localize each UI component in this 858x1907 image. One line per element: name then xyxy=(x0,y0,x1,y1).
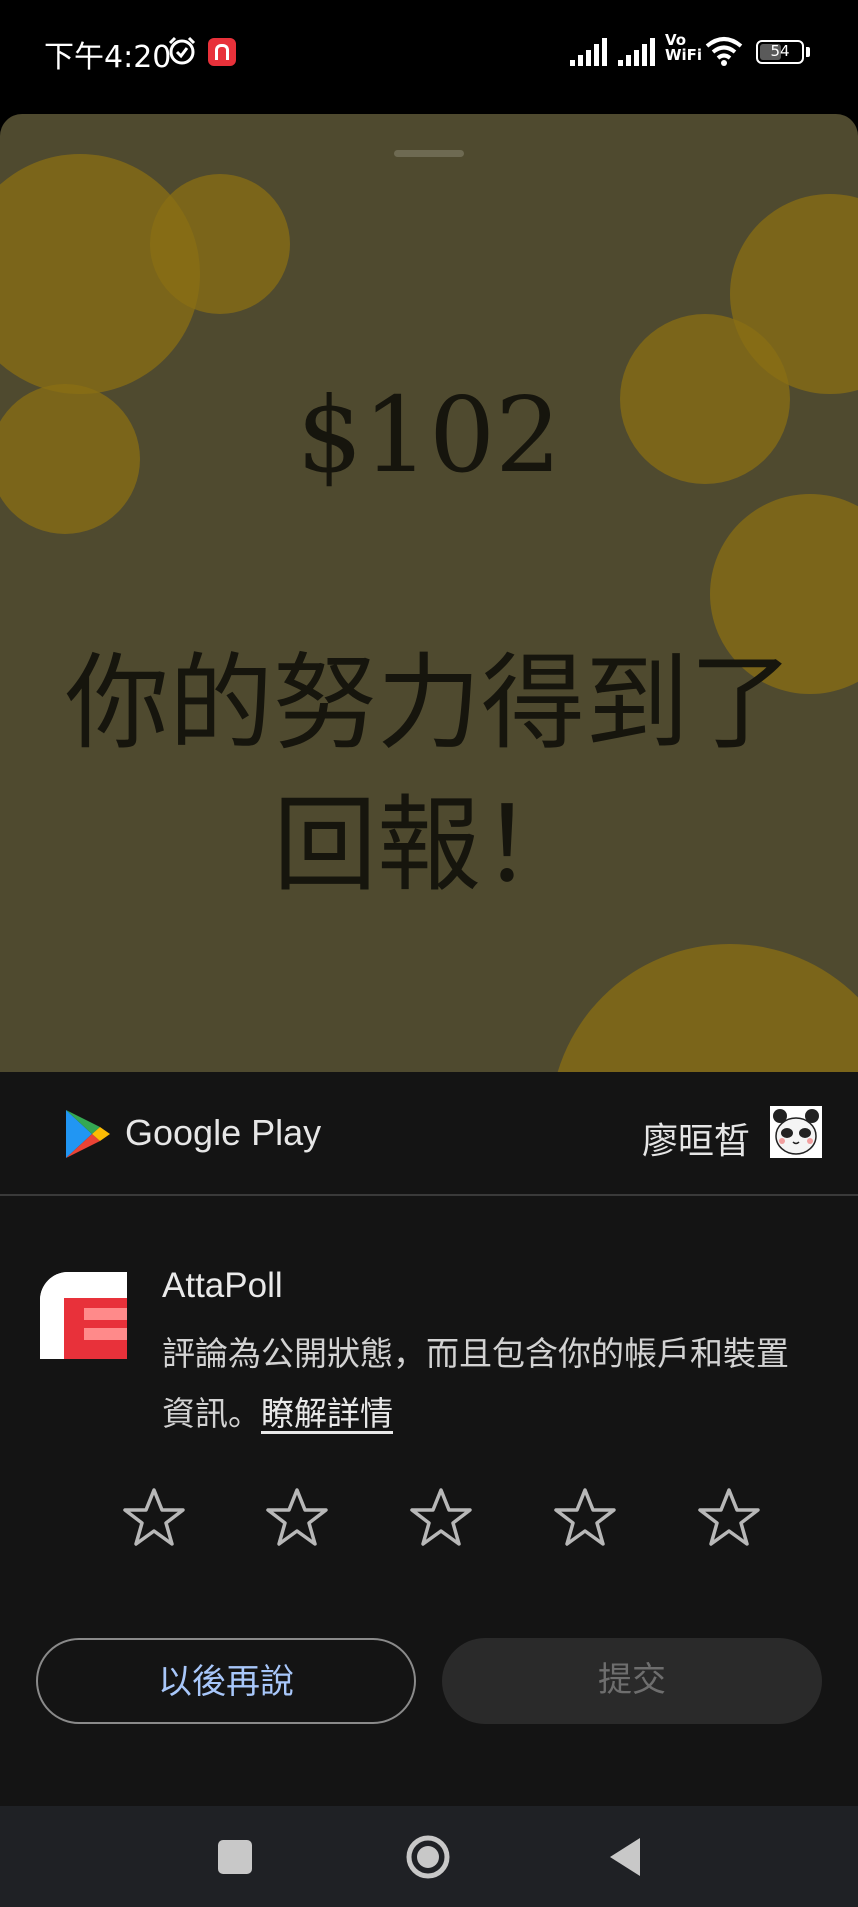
star-4-icon[interactable] xyxy=(553,1486,617,1550)
battery-icon: 54 xyxy=(756,40,804,64)
store-header: Google Play 廖晅晳 xyxy=(0,1072,858,1196)
navigation-bar xyxy=(0,1806,858,1907)
star-2-icon[interactable] xyxy=(265,1486,329,1550)
google-play-logo-icon xyxy=(66,1110,110,1158)
battery-level: 54 xyxy=(770,42,790,60)
status-bar: 下午4:20 Vo WiFi 54 xyxy=(0,0,858,105)
battery-tip xyxy=(806,47,810,57)
coin-decoration xyxy=(150,174,290,314)
wifi-icon xyxy=(705,37,743,66)
reward-headline: 你的努力得到了回報！ xyxy=(64,642,793,906)
later-button[interactable]: 以後再說 xyxy=(36,1638,416,1724)
vowifi-indicator: Vo WiFi xyxy=(665,33,702,63)
alarm-icon xyxy=(168,36,196,65)
reward-card: $102 你的努力得到了回報！ xyxy=(0,114,858,1074)
coin-decoration xyxy=(550,944,858,1074)
vowifi-bottom: WiFi xyxy=(665,46,703,64)
signal-icon xyxy=(570,38,607,66)
star-3-icon[interactable] xyxy=(409,1486,473,1550)
signal-icon-2 xyxy=(618,38,655,66)
review-sheet: AttaPoll 評論為公開狀態，而且包含你的帳戶和裝置資訊。瞭解詳情 以後再說… xyxy=(0,1196,858,1806)
recent-apps-icon[interactable] xyxy=(218,1840,252,1874)
app-name: AttaPoll xyxy=(162,1266,283,1305)
user-name: 廖晅晳 xyxy=(641,1121,750,1162)
star-rating xyxy=(0,1486,858,1556)
status-time: 下午4:20 xyxy=(44,40,172,75)
drag-handle[interactable] xyxy=(394,150,464,157)
google-play-text: Google Play xyxy=(125,1112,322,1153)
review-notice-text: 評論為公開狀態，而且包含你的帳戶和裝置資訊。 xyxy=(162,1334,789,1433)
home-icon[interactable] xyxy=(405,1834,451,1880)
star-1-icon[interactable] xyxy=(122,1486,186,1550)
notification-app-icon xyxy=(208,38,236,66)
avatar[interactable] xyxy=(770,1106,822,1158)
attapoll-app-icon xyxy=(40,1272,127,1359)
reward-amount: $102 xyxy=(296,374,562,496)
back-icon[interactable] xyxy=(606,1836,642,1878)
review-notice: 評論為公開狀態，而且包含你的帳戶和裝置資訊。瞭解詳情 xyxy=(162,1324,802,1444)
submit-button[interactable]: 提交 xyxy=(442,1638,822,1724)
star-5-icon[interactable] xyxy=(697,1486,761,1550)
learn-more-link[interactable]: 瞭解詳情 xyxy=(261,1394,393,1433)
